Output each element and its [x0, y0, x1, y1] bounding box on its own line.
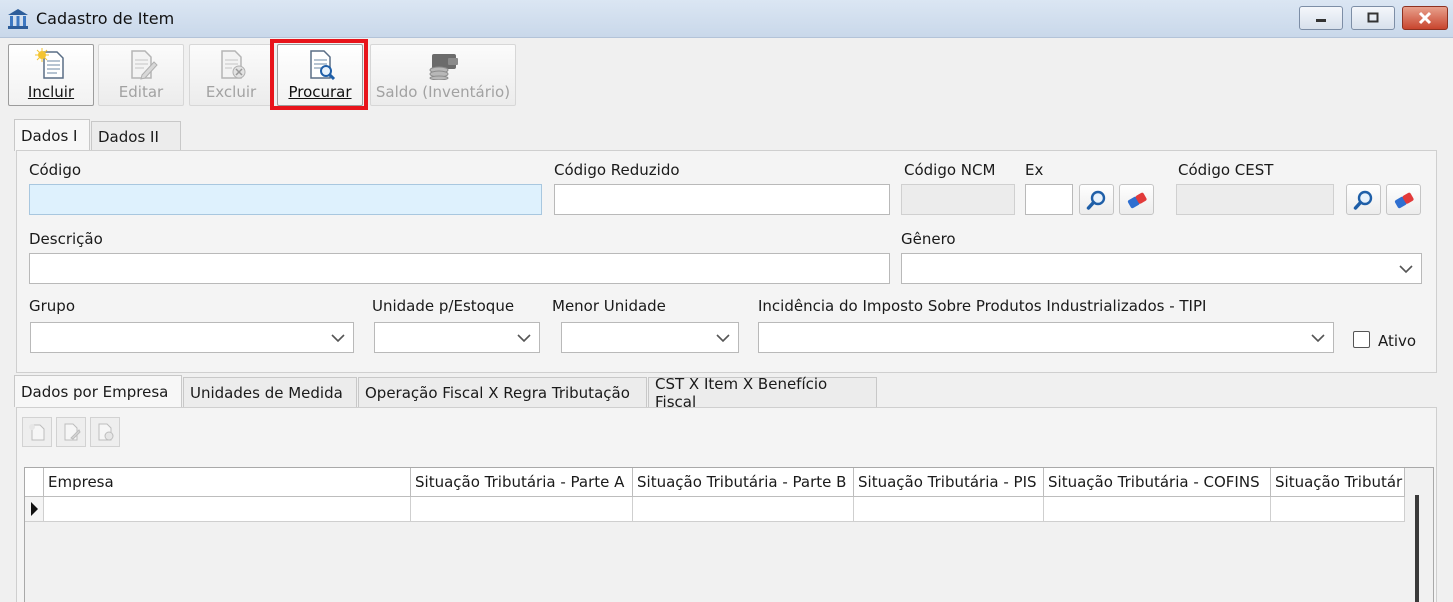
descricao-input[interactable]: [29, 253, 890, 284]
new-document-icon: [35, 48, 64, 79]
grid-header-situacao-trib[interactable]: Situação Tributár: [1271, 468, 1405, 497]
window-title: Cadastro de Item: [36, 9, 175, 28]
codigo-cest-label: Código CEST: [1178, 161, 1274, 179]
editar-label: Editar: [118, 83, 164, 101]
tab-cst-item-beneficio-label: CST X Item X Benefício Fiscal: [655, 374, 828, 411]
table-cell[interactable]: [1271, 497, 1405, 522]
grid-corner: [25, 468, 44, 497]
empresa-grid: Empresa Situação Tributária - Parte A Si…: [24, 467, 1434, 602]
wallet-coins-icon: [429, 54, 458, 80]
cest-search-button[interactable]: [1346, 184, 1381, 215]
tab-dados-i-label: Dados I: [21, 126, 78, 145]
chevron-down-icon: [331, 333, 345, 342]
tab-dados-ii[interactable]: Dados II: [91, 121, 181, 151]
new-document-icon: [29, 424, 45, 441]
codigo-ncm-input[interactable]: [901, 184, 1015, 215]
codigo-label: Código: [29, 161, 82, 179]
procurar-highlight-box: [270, 39, 368, 110]
ex-input[interactable]: [1025, 184, 1073, 215]
codigo-cest-input[interactable]: [1176, 184, 1334, 215]
current-row-arrow-icon: [31, 502, 38, 516]
ativo-label: Ativo: [1378, 332, 1417, 350]
row-indicator: [25, 497, 44, 522]
tipi-select[interactable]: [758, 322, 1334, 353]
codigo-reduzido-label: Código Reduzido: [554, 161, 680, 179]
ex-label: Ex: [1025, 161, 1044, 179]
chevron-down-icon: [1311, 333, 1325, 342]
incluir-label: Incluir: [27, 83, 75, 101]
grid-add-button[interactable]: [22, 417, 52, 447]
maximize-button[interactable]: [1351, 6, 1395, 30]
close-icon: [1418, 11, 1432, 25]
delete-document-icon: [221, 50, 246, 79]
grid-header-parte-a[interactable]: Situação Tributária - Parte A: [411, 468, 633, 497]
magnifier-icon: [1353, 190, 1372, 210]
grid-delete-button[interactable]: [90, 417, 120, 447]
codigo-ncm-label: Código NCM: [904, 161, 996, 179]
grid-header-parte-b[interactable]: Situação Tributária - Parte B: [633, 468, 854, 497]
codigo-reduzido-input[interactable]: [554, 184, 890, 215]
excluir-button[interactable]: Excluir: [189, 44, 273, 106]
table-cell[interactable]: [44, 497, 411, 522]
grid-header-cofins[interactable]: Situação Tributária - COFINS: [1044, 468, 1271, 497]
unidade-estoque-label: Unidade p/Estoque: [372, 297, 515, 315]
maximize-icon: [1367, 12, 1379, 23]
ncm-search-button[interactable]: [1079, 184, 1114, 215]
grupo-label: Grupo: [29, 297, 75, 315]
incluir-button[interactable]: Incluir: [8, 44, 94, 106]
building-icon: [8, 9, 28, 29]
editar-button[interactable]: Editar: [98, 44, 184, 106]
table-cell[interactable]: [411, 497, 633, 522]
saldo-label: Saldo (Inventário): [375, 83, 511, 101]
table-cell[interactable]: [854, 497, 1044, 522]
grupo-select[interactable]: [30, 322, 354, 353]
tab-dados-por-empresa[interactable]: Dados por Empresa: [14, 375, 182, 407]
tab-operacao-fiscal[interactable]: Operação Fiscal X Regra Tributação: [358, 377, 647, 407]
chevron-down-icon: [1399, 264, 1413, 273]
tab-dados-ii-label: Dados II: [98, 127, 159, 146]
menor-unidade-label: Menor Unidade: [552, 297, 666, 315]
ncm-clear-button[interactable]: [1119, 184, 1154, 215]
genero-label: Gênero: [901, 230, 956, 248]
ativo-checkbox[interactable]: [1353, 331, 1370, 348]
codigo-input[interactable]: [29, 184, 542, 215]
delete-document-icon: [98, 423, 114, 441]
unidade-estoque-select[interactable]: [374, 322, 540, 353]
close-button[interactable]: [1402, 6, 1448, 30]
minimize-icon: [1316, 19, 1326, 22]
tab-operacao-fiscal-label: Operação Fiscal X Regra Tributação: [365, 383, 630, 402]
minimize-button[interactable]: [1299, 6, 1343, 30]
descricao-label: Descrição: [29, 230, 103, 248]
edit-document-icon: [64, 423, 81, 441]
title-bar: Cadastro de Item: [0, 0, 1453, 38]
chevron-down-icon: [716, 333, 730, 342]
magnifier-icon: [1086, 190, 1105, 210]
tipi-label: Incidência do Imposto Sobre Produtos Ind…: [758, 297, 1207, 315]
eraser-icon: [1394, 192, 1414, 208]
grid-vertical-scrollbar[interactable]: [1415, 495, 1419, 602]
tab-cst-item-beneficio[interactable]: CST X Item X Benefício Fiscal: [648, 375, 877, 411]
saldo-inventario-button[interactable]: Saldo (Inventário): [370, 44, 516, 106]
eraser-icon: [1127, 192, 1147, 208]
table-cell[interactable]: [633, 497, 854, 522]
genero-select[interactable]: [901, 253, 1422, 284]
menor-unidade-select[interactable]: [561, 322, 739, 353]
edit-document-icon: [131, 50, 158, 80]
cest-clear-button[interactable]: [1386, 184, 1421, 215]
chevron-down-icon: [517, 333, 531, 342]
tab-unidades-de-medida-label: Unidades de Medida: [190, 383, 343, 402]
tab-dados-i[interactable]: Dados I: [14, 119, 90, 151]
toolbar: Incluir Editar Excluir Procurar Saldo (I…: [0, 38, 1453, 110]
grid-header-pis[interactable]: Situação Tributária - PIS: [854, 468, 1044, 497]
tab-dados-por-empresa-label: Dados por Empresa: [21, 382, 169, 401]
grid-edit-button[interactable]: [56, 417, 86, 447]
table-cell[interactable]: [1044, 497, 1271, 522]
tab-unidades-de-medida[interactable]: Unidades de Medida: [183, 377, 357, 407]
grid-toolbar: [22, 417, 120, 447]
grid-header-empresa[interactable]: Empresa: [44, 468, 411, 497]
excluir-label: Excluir: [205, 83, 257, 101]
